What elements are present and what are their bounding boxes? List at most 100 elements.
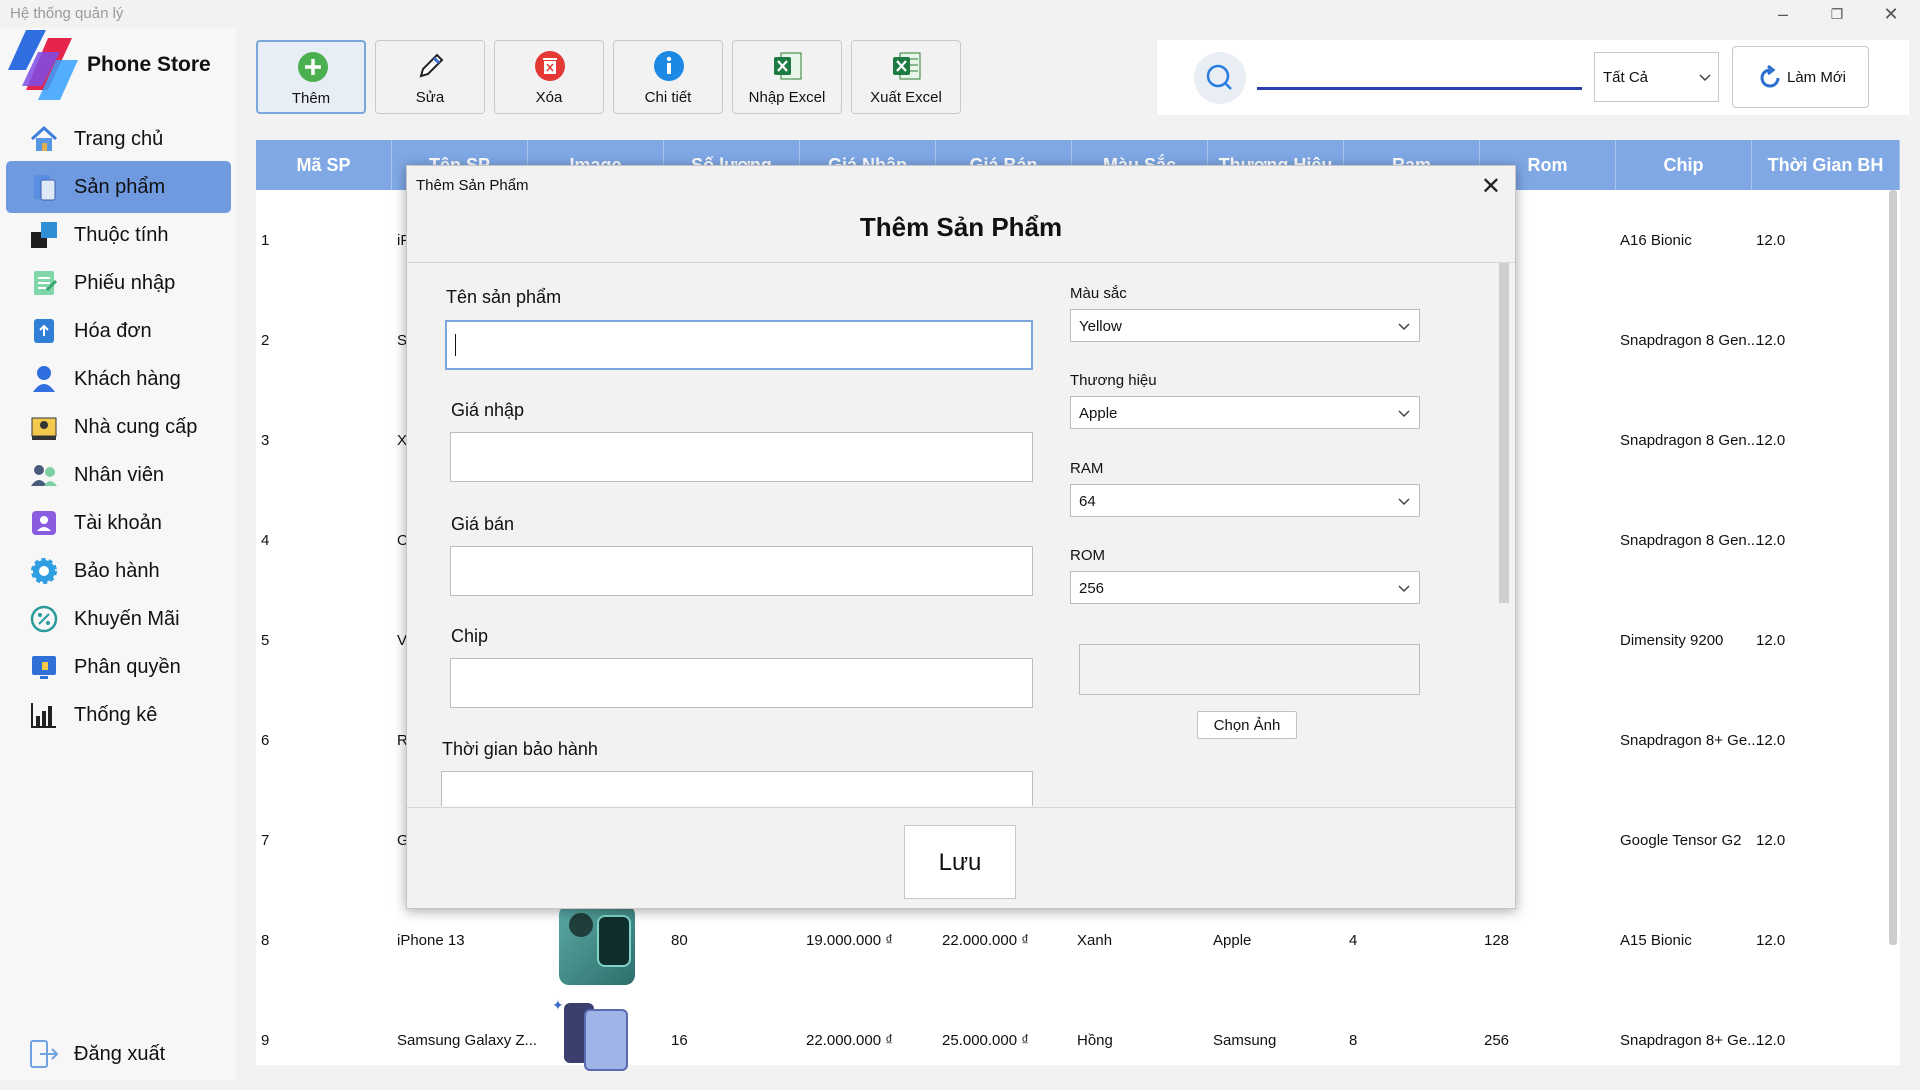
sidebar-item-label: Khách hàng xyxy=(74,367,181,390)
cell-chip: Snapdragon 8 Gen... xyxy=(1620,332,1760,349)
toolbar-button-1[interactable]: Thêm xyxy=(256,40,366,114)
sidebar-item-12[interactable]: Phân quyền xyxy=(6,641,231,693)
toolbar-button-label: Nhập Excel xyxy=(748,89,826,106)
invoice-icon xyxy=(28,315,60,347)
dialog-header: Thêm Sản Phẩm ✕ Thêm Sản Phẩm xyxy=(407,166,1515,263)
sale-price-field[interactable] xyxy=(450,546,1033,596)
chip-field[interactable] xyxy=(450,658,1033,708)
cell-brand: Samsung xyxy=(1213,1032,1277,1049)
cell-name: iPhone 13 xyxy=(397,932,465,949)
logout-icon xyxy=(28,1038,60,1070)
sidebar-item-label: Thuộc tính xyxy=(74,223,169,246)
logout-button[interactable]: Đăng xuất xyxy=(6,1028,231,1080)
column-header[interactable]: Chip xyxy=(1616,140,1752,190)
choose-image-button[interactable]: Chọn Ảnh xyxy=(1197,711,1297,739)
chevron-down-icon xyxy=(1397,578,1411,602)
save-button[interactable]: Lưu xyxy=(904,825,1016,899)
cell-price: 25.000.000 ₫ xyxy=(942,1032,1029,1049)
table-row[interactable]: 9 Samsung Galaxy Z... 16 22.000.000 ₫ 25.000… xyxy=(256,990,1900,1090)
ram-select[interactable]: 64 xyxy=(1070,484,1420,517)
sidebar-item-13[interactable]: Thống kê xyxy=(6,689,231,741)
sidebar-item-9[interactable]: Tài khoản xyxy=(6,497,231,549)
sidebar-item-label: Bảo hành xyxy=(74,559,160,582)
sidebar-item-8[interactable]: Nhân viên xyxy=(6,449,231,501)
toolbar-button-2[interactable]: Sửa xyxy=(375,40,485,114)
phone-icon xyxy=(28,171,60,203)
sidebar-item-10[interactable]: Bảo hành xyxy=(6,545,231,597)
color-select[interactable]: Yellow xyxy=(1070,309,1420,342)
cell-id: 8 xyxy=(261,932,270,949)
sidebar-item-1[interactable]: Trang chủ xyxy=(6,113,231,165)
sidebar-item-5[interactable]: Hóa đơn xyxy=(6,305,231,357)
window-titlebar: Hệ thống quản lý – ❐ ✕ xyxy=(0,0,1920,28)
warranty-field[interactable] xyxy=(441,771,1033,806)
home-icon xyxy=(28,123,60,155)
sidebar-item-label: Nhà cung cấp xyxy=(74,415,198,438)
supplier-icon xyxy=(28,411,60,443)
cell-warranty: 12.0 xyxy=(1756,932,1786,949)
cell-id: 1 xyxy=(261,232,270,249)
sidebar-item-label: Hóa đơn xyxy=(74,319,152,342)
restore-icon[interactable]: ❐ xyxy=(1817,2,1857,26)
minimize-icon[interactable]: – xyxy=(1763,2,1803,26)
product-image-galaxy-z: ✦ xyxy=(552,997,632,1071)
toolbar-button-5[interactable]: Nhập Excel xyxy=(732,40,842,114)
toolbar-button-label: Xuất Excel xyxy=(870,89,942,106)
cell-qty: 80 xyxy=(671,932,688,949)
cell-warranty: 12.0 xyxy=(1756,832,1786,849)
sidebar-item-4[interactable]: Phiếu nhập xyxy=(6,257,231,309)
sidebar-item-7[interactable]: Nhà cung cấp xyxy=(6,401,231,453)
app-logo xyxy=(8,30,78,102)
table-scrollbar[interactable] xyxy=(1889,190,1897,945)
refresh-button[interactable]: Làm Mới xyxy=(1732,46,1869,108)
sidebar-item-11[interactable]: Khuyến Mãi xyxy=(6,593,231,645)
column-header[interactable]: Thời Gian BH xyxy=(1752,140,1900,190)
cell-chip: A15 Bionic xyxy=(1620,932,1692,949)
column-header[interactable]: Mã SP xyxy=(256,140,392,190)
close-window-icon[interactable]: ✕ xyxy=(1871,2,1911,26)
dialog-close-icon[interactable]: ✕ xyxy=(1481,172,1501,201)
dialog-heading: Thêm Sản Phẩm xyxy=(859,212,1063,242)
color-label: Màu sắc xyxy=(1070,285,1127,302)
sidebar-item-3[interactable]: Thuộc tính xyxy=(6,209,231,261)
attributes-icon xyxy=(28,219,60,251)
dialog-footer: Lưu xyxy=(407,807,1515,909)
cell-chip: Snapdragon 8 Gen... xyxy=(1620,532,1760,549)
image-preview xyxy=(1079,644,1420,695)
toolbar-button-6[interactable]: Xuất Excel xyxy=(851,40,961,114)
sidebar-item-6[interactable]: Khách hàng xyxy=(6,353,231,405)
sidebar-item-2[interactable]: Sản phẩm xyxy=(6,161,231,213)
warranty-label: Thời gian bảo hành xyxy=(442,739,598,759)
refresh-icon xyxy=(1757,64,1783,95)
toolbar-button-4[interactable]: Chi tiết xyxy=(613,40,723,114)
cell-chip: Snapdragon 8+ Ge... xyxy=(1620,732,1760,749)
chip-label: Chip xyxy=(451,626,489,646)
ram-label: RAM xyxy=(1070,460,1104,477)
brand-select[interactable]: Apple xyxy=(1070,396,1420,429)
sidebar-item-label: Phiếu nhập xyxy=(74,271,176,294)
brand-name: Phone Store xyxy=(87,53,211,76)
cell-id: 6 xyxy=(261,732,270,749)
product-name-field[interactable] xyxy=(445,320,1033,370)
cell-chip: Snapdragon 8 Gen... xyxy=(1620,432,1760,449)
add-product-dialog: Thêm Sản Phẩm ✕ Thêm Sản Phẩm Tên sản ph… xyxy=(406,165,1516,909)
product-name-label: Tên sản phẩm xyxy=(446,287,562,307)
toolbar-button-3[interactable]: Xóa xyxy=(494,40,604,114)
delete-trash-icon xyxy=(533,49,567,83)
permission-icon xyxy=(28,651,60,683)
cell-warranty: 12.0 xyxy=(1756,332,1786,349)
rom-value: 256 xyxy=(1079,580,1105,597)
cost-price-field[interactable] xyxy=(450,432,1033,482)
edit-pencil-icon xyxy=(414,49,448,83)
dialog-scrollbar[interactable] xyxy=(1499,263,1509,603)
cell-qty: 16 xyxy=(671,1032,688,1049)
filter-select[interactable]: Tất Cả xyxy=(1594,52,1719,102)
chevron-down-icon xyxy=(1397,403,1411,427)
receipt-icon xyxy=(28,267,60,299)
rom-select[interactable]: 256 xyxy=(1070,571,1420,604)
search-button[interactable] xyxy=(1194,52,1246,104)
cell-warranty: 12.0 xyxy=(1756,732,1786,749)
cell-warranty: 12.0 xyxy=(1756,532,1786,549)
cell-ram: 4 xyxy=(1349,932,1358,949)
search-input[interactable] xyxy=(1257,87,1582,90)
